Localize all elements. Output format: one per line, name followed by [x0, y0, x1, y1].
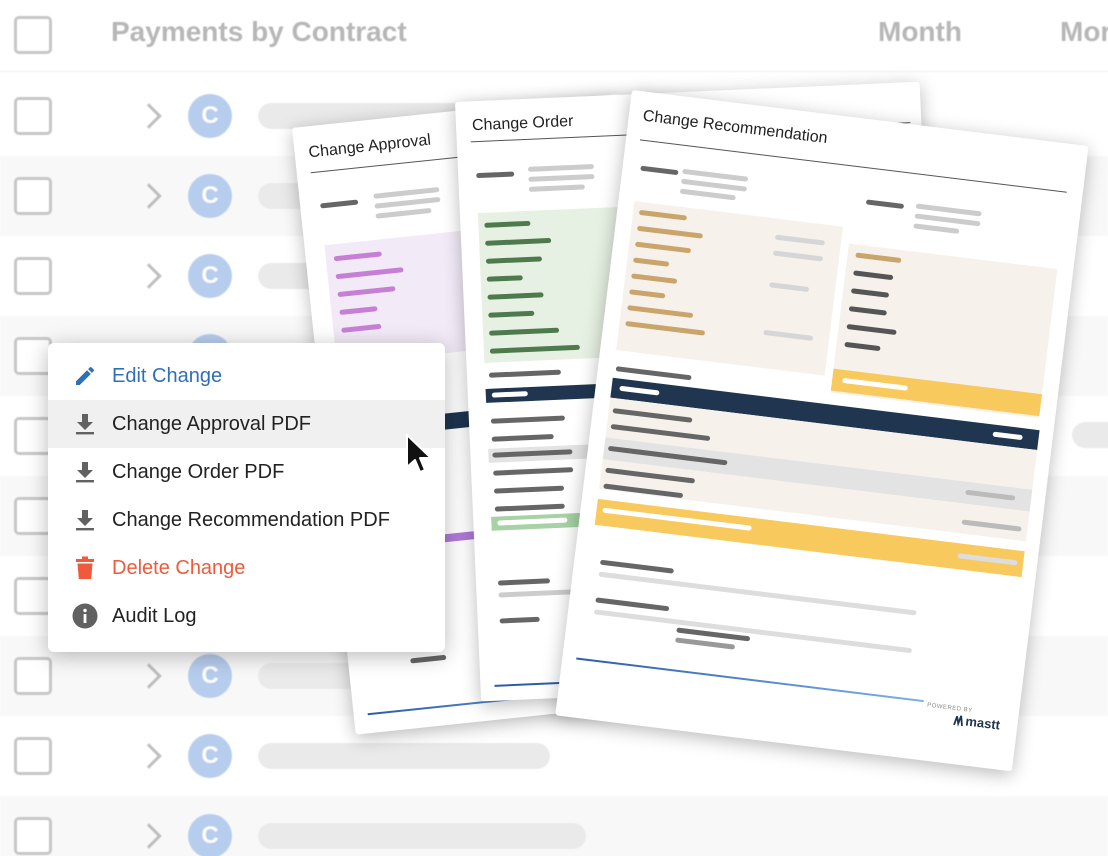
- menu-item-change-order-pdf[interactable]: Change Order PDF: [48, 448, 445, 496]
- placeholder-bar: [491, 434, 554, 442]
- trash-icon: [72, 555, 98, 581]
- placeholder-bar: [490, 415, 565, 424]
- chevron-right-icon[interactable]: [136, 263, 162, 289]
- placeholder-bar: [494, 503, 565, 512]
- menu-item-label: Delete Change: [112, 556, 246, 579]
- placeholder-bar: [528, 173, 595, 182]
- chevron-right-icon[interactable]: [136, 823, 162, 849]
- placeholder-bar: [593, 609, 913, 654]
- change-approval-title: Change Approval: [307, 131, 432, 162]
- placeholder-bar: [528, 184, 585, 192]
- row-checkbox[interactable]: [14, 337, 52, 375]
- placeholder-bar: [488, 369, 561, 378]
- placeholder-bar: [599, 559, 674, 574]
- context-menu: Edit Change Change Approval PDF Change O…: [48, 343, 445, 652]
- placeholder-bar: [615, 366, 692, 381]
- mouse-cursor-icon: [406, 434, 432, 473]
- placeholder-bar: [499, 616, 540, 624]
- avatar: C: [188, 174, 232, 218]
- placeholder-bar: [675, 637, 736, 650]
- row-checkbox[interactable]: [14, 657, 52, 695]
- placeholder-bar: [640, 165, 679, 176]
- table-row[interactable]: C: [0, 796, 1108, 856]
- avatar: C: [188, 254, 232, 298]
- pencil-icon: [72, 363, 98, 389]
- placeholder-bar: [476, 171, 515, 179]
- avatar: C: [188, 814, 232, 856]
- row-checkbox[interactable]: [14, 177, 52, 215]
- download-icon: [72, 411, 98, 437]
- row-checkbox[interactable]: [14, 737, 52, 775]
- menu-item-audit-log[interactable]: Audit Log: [48, 592, 445, 640]
- placeholder-bar: [913, 223, 960, 234]
- select-all-checkbox[interactable]: [14, 16, 52, 54]
- placeholder-bar: [865, 199, 905, 209]
- menu-item-label: Edit Change: [112, 364, 223, 387]
- change-order-title: Change Order: [471, 112, 574, 135]
- column-header-more[interactable]: Mor: [1060, 16, 1108, 48]
- placeholder-bar: [493, 467, 574, 476]
- menu-item-label: Change Approval PDF: [112, 412, 312, 435]
- brand-logo: mastt: [953, 712, 1001, 733]
- menu-item-label: Audit Log: [112, 604, 197, 627]
- chevron-right-icon[interactable]: [136, 663, 162, 689]
- menu-item-delete-change[interactable]: Delete Change: [48, 544, 445, 592]
- chevron-right-icon[interactable]: [136, 743, 162, 769]
- placeholder-bar: [374, 196, 441, 209]
- placeholder-bar: [497, 578, 551, 586]
- footer-line: [576, 657, 924, 703]
- table-header: Payments by Contract Month Mor: [0, 0, 1108, 72]
- row-checkbox[interactable]: [14, 577, 52, 615]
- chevron-right-icon[interactable]: [136, 103, 162, 129]
- placeholder-bar: [493, 485, 565, 494]
- menu-item-edit-change[interactable]: Edit Change: [48, 352, 445, 400]
- placeholder-bar: [679, 188, 736, 201]
- change-recommendation-document[interactable]: Change Recommendation POWERED BY mastt: [555, 90, 1089, 772]
- menu-item-label: Change Order PDF: [112, 460, 285, 483]
- placeholder-bar: [320, 199, 359, 209]
- placeholder-bar: [595, 597, 670, 612]
- info-icon: [72, 603, 98, 629]
- column-header-month[interactable]: Month: [878, 16, 962, 48]
- placeholder-bar: [1072, 422, 1108, 448]
- row-checkbox[interactable]: [14, 497, 52, 535]
- menu-item-change-recommendation-pdf[interactable]: Change Recommendation PDF: [48, 496, 445, 544]
- placeholder-bar: [258, 743, 550, 769]
- avatar: C: [188, 734, 232, 778]
- placeholder-bar: [498, 589, 579, 598]
- placeholder-bar: [598, 571, 917, 616]
- menu-item-change-approval-pdf[interactable]: Change Approval PDF: [48, 400, 445, 448]
- placeholder-bar: [410, 654, 447, 664]
- row-checkbox[interactable]: [14, 97, 52, 135]
- row-checkbox[interactable]: [14, 257, 52, 295]
- placeholder-bar: [375, 207, 432, 219]
- placeholder-bar: [258, 823, 586, 849]
- avatar: C: [188, 94, 232, 138]
- menu-item-label: Change Recommendation PDF: [112, 508, 390, 531]
- screen: Payments by Contract Month Mor C C C C C…: [0, 0, 1108, 856]
- avatar: C: [188, 654, 232, 698]
- brand-name: mastt: [964, 713, 1001, 733]
- table-title: Payments by Contract: [111, 16, 407, 47]
- download-icon: [72, 507, 98, 533]
- placeholder-bar: [527, 164, 595, 172]
- row-checkbox[interactable]: [14, 417, 52, 455]
- mastt-logo-icon: [953, 714, 963, 727]
- row-checkbox[interactable]: [14, 817, 52, 855]
- chevron-right-icon[interactable]: [136, 183, 162, 209]
- download-icon: [72, 459, 98, 485]
